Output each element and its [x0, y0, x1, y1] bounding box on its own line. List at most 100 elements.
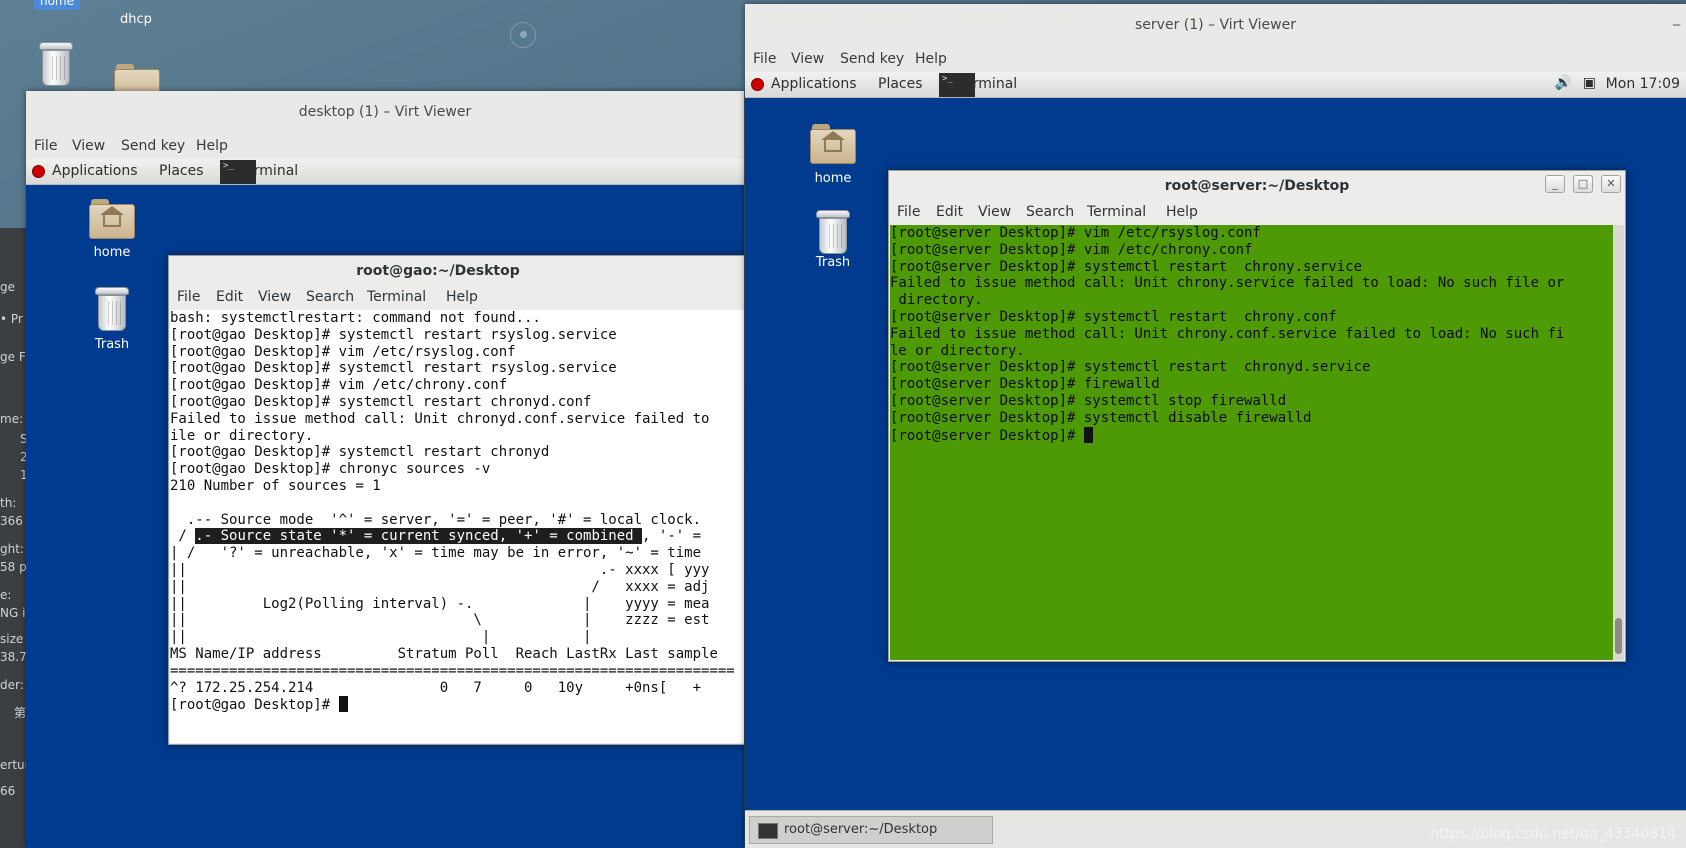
- minimize-icon[interactable]: _: [1673, 10, 1680, 26]
- terminal-line: [root@server Desktop]# systemctl restart…: [890, 258, 1363, 275]
- host-side-text: me:: [0, 412, 24, 426]
- host-dhcp-label[interactable]: dhcp: [116, 12, 156, 27]
- window-title: desktop (1) – Virt Viewer: [298, 104, 472, 120]
- terminal-line: ile or directory.: [170, 427, 314, 444]
- desktop-virt-viewer-window[interactable]: desktop (1) – Virt Viewer File View Send…: [26, 91, 744, 848]
- terminal-line: ^? 172.25.254.214 0 7 0 10y +0ns[ +: [170, 679, 702, 696]
- trash-icon-label[interactable]: Trash: [84, 337, 140, 352]
- terminal-output[interactable]: bash: systemctlrestart: command not foun…: [170, 310, 744, 743]
- terminal-output[interactable]: [root@server Desktop]# vim /etc/rsyslog.…: [890, 225, 1613, 660]
- selected-text[interactable]: .- Source state '*' = current synced, '+…: [195, 528, 643, 545]
- terminal-menu-help[interactable]: Help: [446, 289, 478, 305]
- terminal-menu[interactable]: Terminal: [958, 76, 1017, 92]
- places-menu[interactable]: Places: [878, 76, 923, 92]
- terminal-menu-bar: File Edit View Search Terminal Help: [169, 286, 744, 310]
- host-side-text: ge F: [0, 350, 26, 364]
- host-side-text: e:: [0, 588, 12, 602]
- menu-help[interactable]: Help: [915, 51, 947, 67]
- terminal-line: .-- Source mode '^' = server, '=' = peer…: [170, 511, 702, 528]
- menu-help[interactable]: Help: [196, 138, 228, 154]
- clock[interactable]: Mon 17:09: [1606, 76, 1680, 92]
- menu-send-key[interactable]: Send key: [121, 138, 185, 154]
- menu-bar: File View Send key Help: [745, 46, 1686, 72]
- host-home-label[interactable]: home: [34, 0, 80, 10]
- terminal-line: [root@server Desktop]# firewalld: [890, 376, 1160, 393]
- menu-file[interactable]: File: [34, 138, 57, 154]
- menu-bar: File View Send key Help: [26, 133, 744, 159]
- host-trash-icon[interactable]: [39, 42, 73, 86]
- guest-top-bar: Applications Places Terminal: [26, 159, 744, 185]
- home-folder-icon[interactable]: [89, 199, 135, 239]
- terminal-text: [root@server Desktop]# vim /etc/rsyslog.…: [890, 225, 1613, 444]
- host-side-text: ge: [0, 280, 15, 294]
- terminal-menu-terminal[interactable]: Terminal: [1087, 204, 1146, 220]
- host-side-text: 366: [0, 514, 23, 528]
- applications-menu[interactable]: Applications: [771, 76, 857, 92]
- terminal-menu-file[interactable]: File: [897, 204, 920, 220]
- terminal-window-gao[interactable]: root@gao:~/Desktop File Edit View Search…: [168, 255, 744, 745]
- host-side-text: size: [0, 632, 24, 646]
- terminal-line: [root@gao Desktop]#: [170, 696, 744, 714]
- terminal-line: [root@gao Desktop]# systemctl restart rs…: [170, 360, 617, 377]
- host-side-text: ertur: [0, 758, 26, 772]
- volume-icon[interactable]: 🔊: [1555, 75, 1572, 91]
- guest-screen[interactable]: Applications Places Terminal home Trash …: [26, 159, 744, 848]
- terminal-line: [root@server Desktop]#: [890, 426, 1613, 445]
- terminal-line: Failed to issue method call: Unit chrony…: [890, 325, 1565, 342]
- terminal-menu-edit[interactable]: Edit: [216, 289, 243, 305]
- terminal-line: bash: systemctlrestart: command not foun…: [170, 310, 541, 326]
- home-folder-icon[interactable]: [810, 124, 856, 164]
- terminal-line: [root@gao Desktop]# chronyc sources -v: [170, 461, 491, 478]
- terminal-line: || .- xxxx [ yyy: [170, 561, 710, 578]
- terminal-title: root@server:~/Desktop: [1164, 178, 1350, 194]
- terminal-line: ========================================…: [170, 662, 735, 679]
- terminal-line: 210 Number of sources = 1: [170, 477, 381, 494]
- host-side-text: • Pr: [0, 312, 23, 326]
- applications-menu[interactable]: Applications: [52, 163, 138, 179]
- home-icon-label[interactable]: home: [84, 245, 140, 260]
- terminal-window-server[interactable]: root@server:~/Desktop _ □ ✕ File Edit Vi…: [888, 170, 1626, 662]
- menu-file[interactable]: File: [753, 51, 776, 67]
- terminal-line: [root@gao Desktop]# systemctl restart ch…: [170, 393, 592, 410]
- terminal-menu-file[interactable]: File: [177, 289, 200, 305]
- host-side-text: ght:: [0, 542, 24, 556]
- close-button[interactable]: ✕: [1601, 175, 1621, 193]
- places-menu[interactable]: Places: [159, 163, 204, 179]
- minimize-button[interactable]: _: [1545, 175, 1565, 193]
- trash-icon[interactable]: [816, 210, 850, 254]
- taskbar-terminal-item[interactable]: root@server:~/Desktop: [749, 816, 993, 844]
- trash-icon-label[interactable]: Trash: [805, 255, 861, 270]
- terminal-menu-edit[interactable]: Edit: [936, 204, 963, 220]
- terminal-menu-terminal[interactable]: Terminal: [367, 289, 426, 305]
- terminal-line: le or directory.: [890, 342, 1025, 359]
- terminal-cursor: [338, 696, 348, 713]
- terminal-line: [root@server Desktop]# systemctl stop fi…: [890, 392, 1287, 409]
- terminal-scrollbar[interactable]: [1613, 225, 1624, 660]
- terminal-menu-view[interactable]: View: [978, 204, 1011, 220]
- terminal-menu[interactable]: Terminal: [239, 163, 298, 179]
- menu-send-key[interactable]: Send key: [840, 51, 904, 67]
- guest-top-bar: Applications Places Terminal 🔊 ▣ Mon 17:…: [745, 72, 1686, 98]
- menu-view[interactable]: View: [791, 51, 824, 67]
- maximize-button[interactable]: □: [1573, 175, 1593, 193]
- terminal-line: [root@gao Desktop]# vim /etc/chrony.conf: [170, 377, 508, 394]
- terminal-text: bash: systemctlrestart: command not foun…: [170, 310, 744, 714]
- terminal-line: || \ | zzzz = est: [170, 612, 710, 629]
- terminal-line: MS Name/IP address Stratum Poll Reach La…: [170, 645, 718, 662]
- terminal-menu-help[interactable]: Help: [1166, 204, 1198, 220]
- terminal-line: [root@gao Desktop]# vim /etc/rsyslog.con…: [170, 343, 516, 360]
- terminal-menu-view[interactable]: View: [258, 289, 291, 305]
- terminal-menu-search[interactable]: Search: [306, 289, 354, 305]
- window-title: server (1) – Virt Viewer: [1135, 17, 1296, 33]
- menu-view[interactable]: View: [72, 138, 105, 154]
- guest-screen[interactable]: Applications Places Terminal 🔊 ▣ Mon 17:…: [745, 72, 1686, 848]
- scrollbar-thumb[interactable]: [1615, 618, 1622, 654]
- server-virt-viewer-window[interactable]: server (1) – Virt Viewer _ File View Sen…: [745, 4, 1686, 848]
- terminal-menu-search[interactable]: Search: [1026, 204, 1074, 220]
- redhat-icon: [32, 165, 45, 178]
- home-icon-label[interactable]: home: [805, 171, 861, 186]
- display-icon[interactable]: ▣: [1583, 75, 1596, 91]
- trash-icon[interactable]: [95, 287, 129, 331]
- redhat-icon: [751, 78, 764, 91]
- terminal-line: / .- Source state '*' = current synced, …: [170, 528, 702, 545]
